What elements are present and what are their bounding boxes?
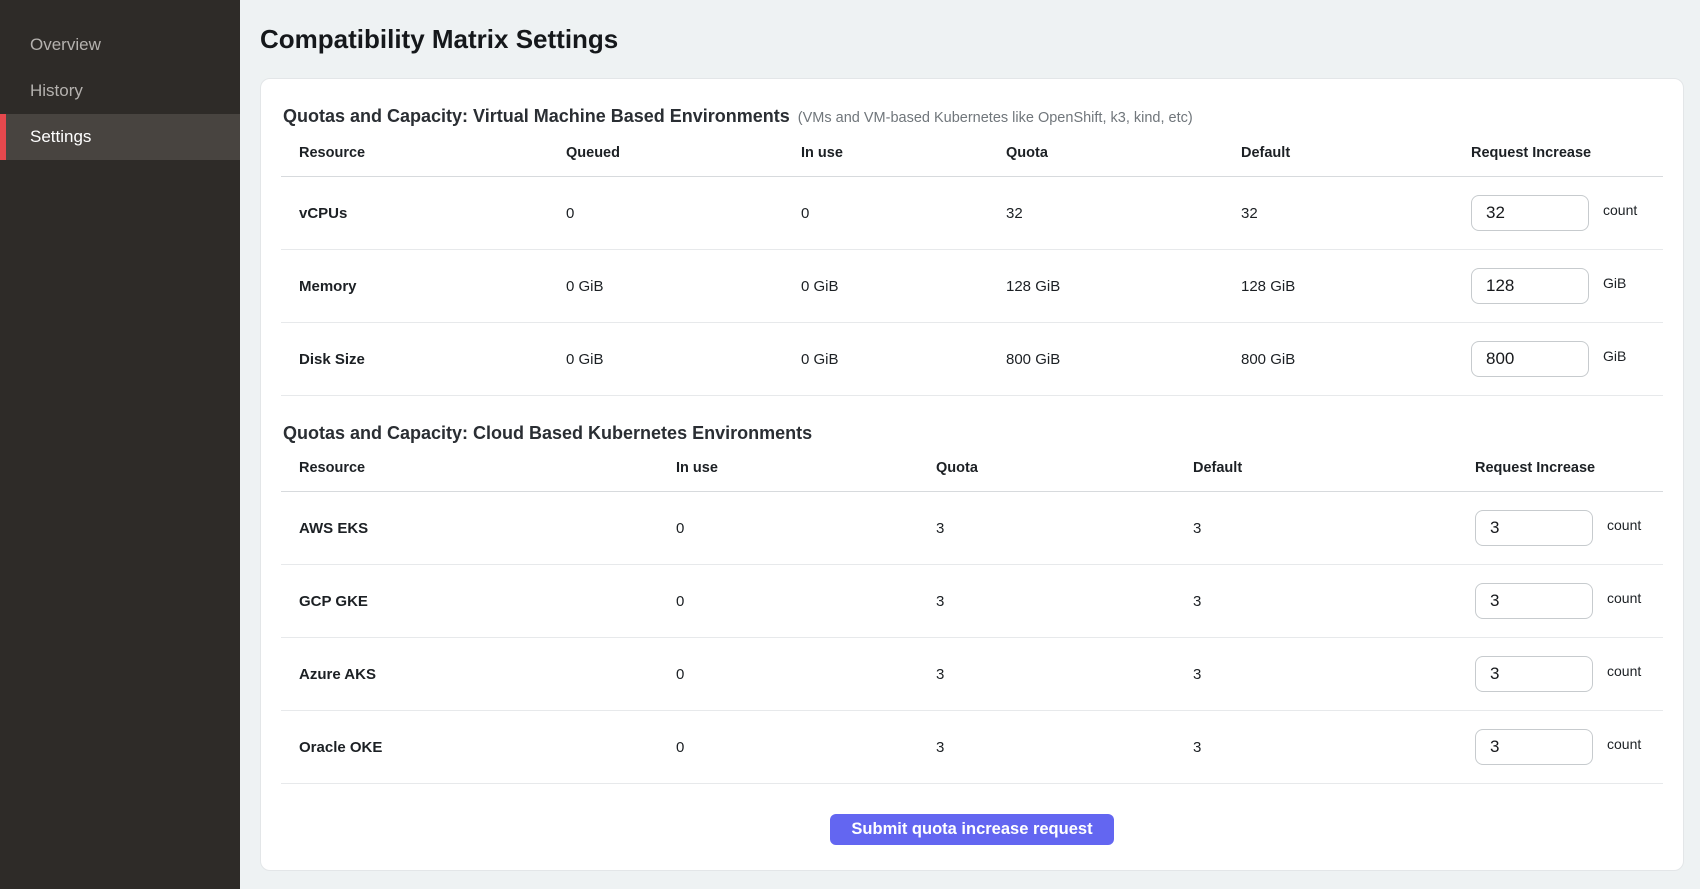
unit-label: count [1607, 663, 1641, 679]
table-row-vcpus: vCPUs 0 0 32 32 count [281, 177, 1663, 250]
column-header-request-increase: Request Increase [1471, 145, 1663, 161]
request-increase-cell: count [1475, 729, 1663, 765]
button-bar: Submit quota increase request [281, 814, 1663, 845]
sidebar-item-overview[interactable]: Overview [0, 22, 240, 68]
default-value: 128 GiB [1241, 278, 1471, 295]
oracle-oke-request-input[interactable] [1475, 729, 1593, 765]
memory-request-input[interactable] [1471, 268, 1589, 304]
cloud-table-header: Resource In use Quota Default Request In… [281, 444, 1663, 492]
resource-name: GCP GKE [299, 593, 676, 610]
column-header-queued: Queued [566, 145, 801, 161]
aws-eks-request-input[interactable] [1475, 510, 1593, 546]
vm-section-title-text: Quotas and Capacity: Virtual Machine Bas… [283, 105, 790, 127]
request-increase-cell: GiB [1471, 341, 1663, 377]
unit-label: count [1603, 202, 1637, 218]
vm-table-header: Resource Queued In use Quota Default Req… [281, 129, 1663, 177]
quota-value: 128 GiB [1006, 278, 1241, 295]
in-use-value: 0 [676, 666, 936, 683]
column-header-default: Default [1241, 145, 1471, 161]
in-use-value: 0 [801, 205, 1006, 222]
sidebar-item-label: History [30, 81, 83, 101]
unit-label: count [1607, 590, 1641, 606]
in-use-value: 0 GiB [801, 351, 1006, 368]
table-row-aws-eks: AWS EKS 0 3 3 count [281, 492, 1663, 565]
quota-value: 3 [936, 520, 1193, 537]
table-row-memory: Memory 0 GiB 0 GiB 128 GiB 128 GiB GiB [281, 250, 1663, 323]
sidebar-item-label: Overview [30, 35, 101, 55]
main-content: Compatibility Matrix Settings Quotas and… [240, 0, 1700, 889]
quota-value: 800 GiB [1006, 351, 1241, 368]
gcp-gke-request-input[interactable] [1475, 583, 1593, 619]
default-value: 3 [1193, 739, 1475, 756]
table-row-azure-aks: Azure AKS 0 3 3 count [281, 638, 1663, 711]
quota-value: 3 [936, 666, 1193, 683]
column-header-request-increase: Request Increase [1475, 460, 1663, 476]
sidebar-item-settings[interactable]: Settings [0, 114, 240, 160]
default-value: 3 [1193, 593, 1475, 610]
vm-section-title: Quotas and Capacity: Virtual Machine Bas… [283, 105, 1663, 129]
default-value: 32 [1241, 205, 1471, 222]
default-value: 3 [1193, 520, 1475, 537]
cloud-section-title: Quotas and Capacity: Cloud Based Kuberne… [283, 422, 1663, 444]
unit-label: count [1607, 736, 1641, 752]
cloud-section-title-text: Quotas and Capacity: Cloud Based Kuberne… [283, 422, 812, 444]
queued-value: 0 GiB [566, 351, 801, 368]
queued-value: 0 GiB [566, 278, 801, 295]
vm-section-subtitle: (VMs and VM-based Kubernetes like OpenSh… [798, 107, 1193, 129]
table-row-gcp-gke: GCP GKE 0 3 3 count [281, 565, 1663, 638]
column-header-in-use: In use [676, 460, 936, 476]
resource-name: Disk Size [299, 351, 566, 368]
column-header-quota: Quota [1006, 145, 1241, 161]
sidebar-item-history[interactable]: History [0, 68, 240, 114]
unit-label: GiB [1603, 275, 1626, 291]
resource-name: Oracle OKE [299, 739, 676, 756]
in-use-value: 0 [676, 520, 936, 537]
resource-name: Azure AKS [299, 666, 676, 683]
unit-label: GiB [1603, 348, 1626, 364]
request-increase-cell: count [1475, 510, 1663, 546]
submit-quota-increase-button[interactable]: Submit quota increase request [830, 814, 1113, 845]
table-row-oracle-oke: Oracle OKE 0 3 3 count [281, 711, 1663, 784]
column-header-resource: Resource [299, 145, 566, 161]
azure-aks-request-input[interactable] [1475, 656, 1593, 692]
quota-value: 3 [936, 739, 1193, 756]
quota-value: 3 [936, 593, 1193, 610]
column-header-quota: Quota [936, 460, 1193, 476]
in-use-value: 0 [676, 739, 936, 756]
default-value: 800 GiB [1241, 351, 1471, 368]
resource-name: AWS EKS [299, 520, 676, 537]
resource-name: Memory [299, 278, 566, 295]
default-value: 3 [1193, 666, 1475, 683]
column-header-in-use: In use [801, 145, 1006, 161]
queued-value: 0 [566, 205, 801, 222]
request-increase-cell: count [1475, 656, 1663, 692]
column-header-resource: Resource [299, 460, 676, 476]
quota-value: 32 [1006, 205, 1241, 222]
page-title: Compatibility Matrix Settings [260, 24, 1684, 54]
column-header-default: Default [1193, 460, 1475, 476]
sidebar-item-label: Settings [30, 127, 91, 147]
request-increase-cell: GiB [1471, 268, 1663, 304]
table-row-disk-size: Disk Size 0 GiB 0 GiB 800 GiB 800 GiB Gi… [281, 323, 1663, 396]
disk-size-request-input[interactable] [1471, 341, 1589, 377]
resource-name: vCPUs [299, 205, 566, 222]
vcpus-request-input[interactable] [1471, 195, 1589, 231]
sidebar: Overview History Settings [0, 0, 240, 889]
in-use-value: 0 [676, 593, 936, 610]
request-increase-cell: count [1471, 195, 1663, 231]
unit-label: count [1607, 517, 1641, 533]
in-use-value: 0 GiB [801, 278, 1006, 295]
request-increase-cell: count [1475, 583, 1663, 619]
settings-card: Quotas and Capacity: Virtual Machine Bas… [260, 78, 1684, 871]
